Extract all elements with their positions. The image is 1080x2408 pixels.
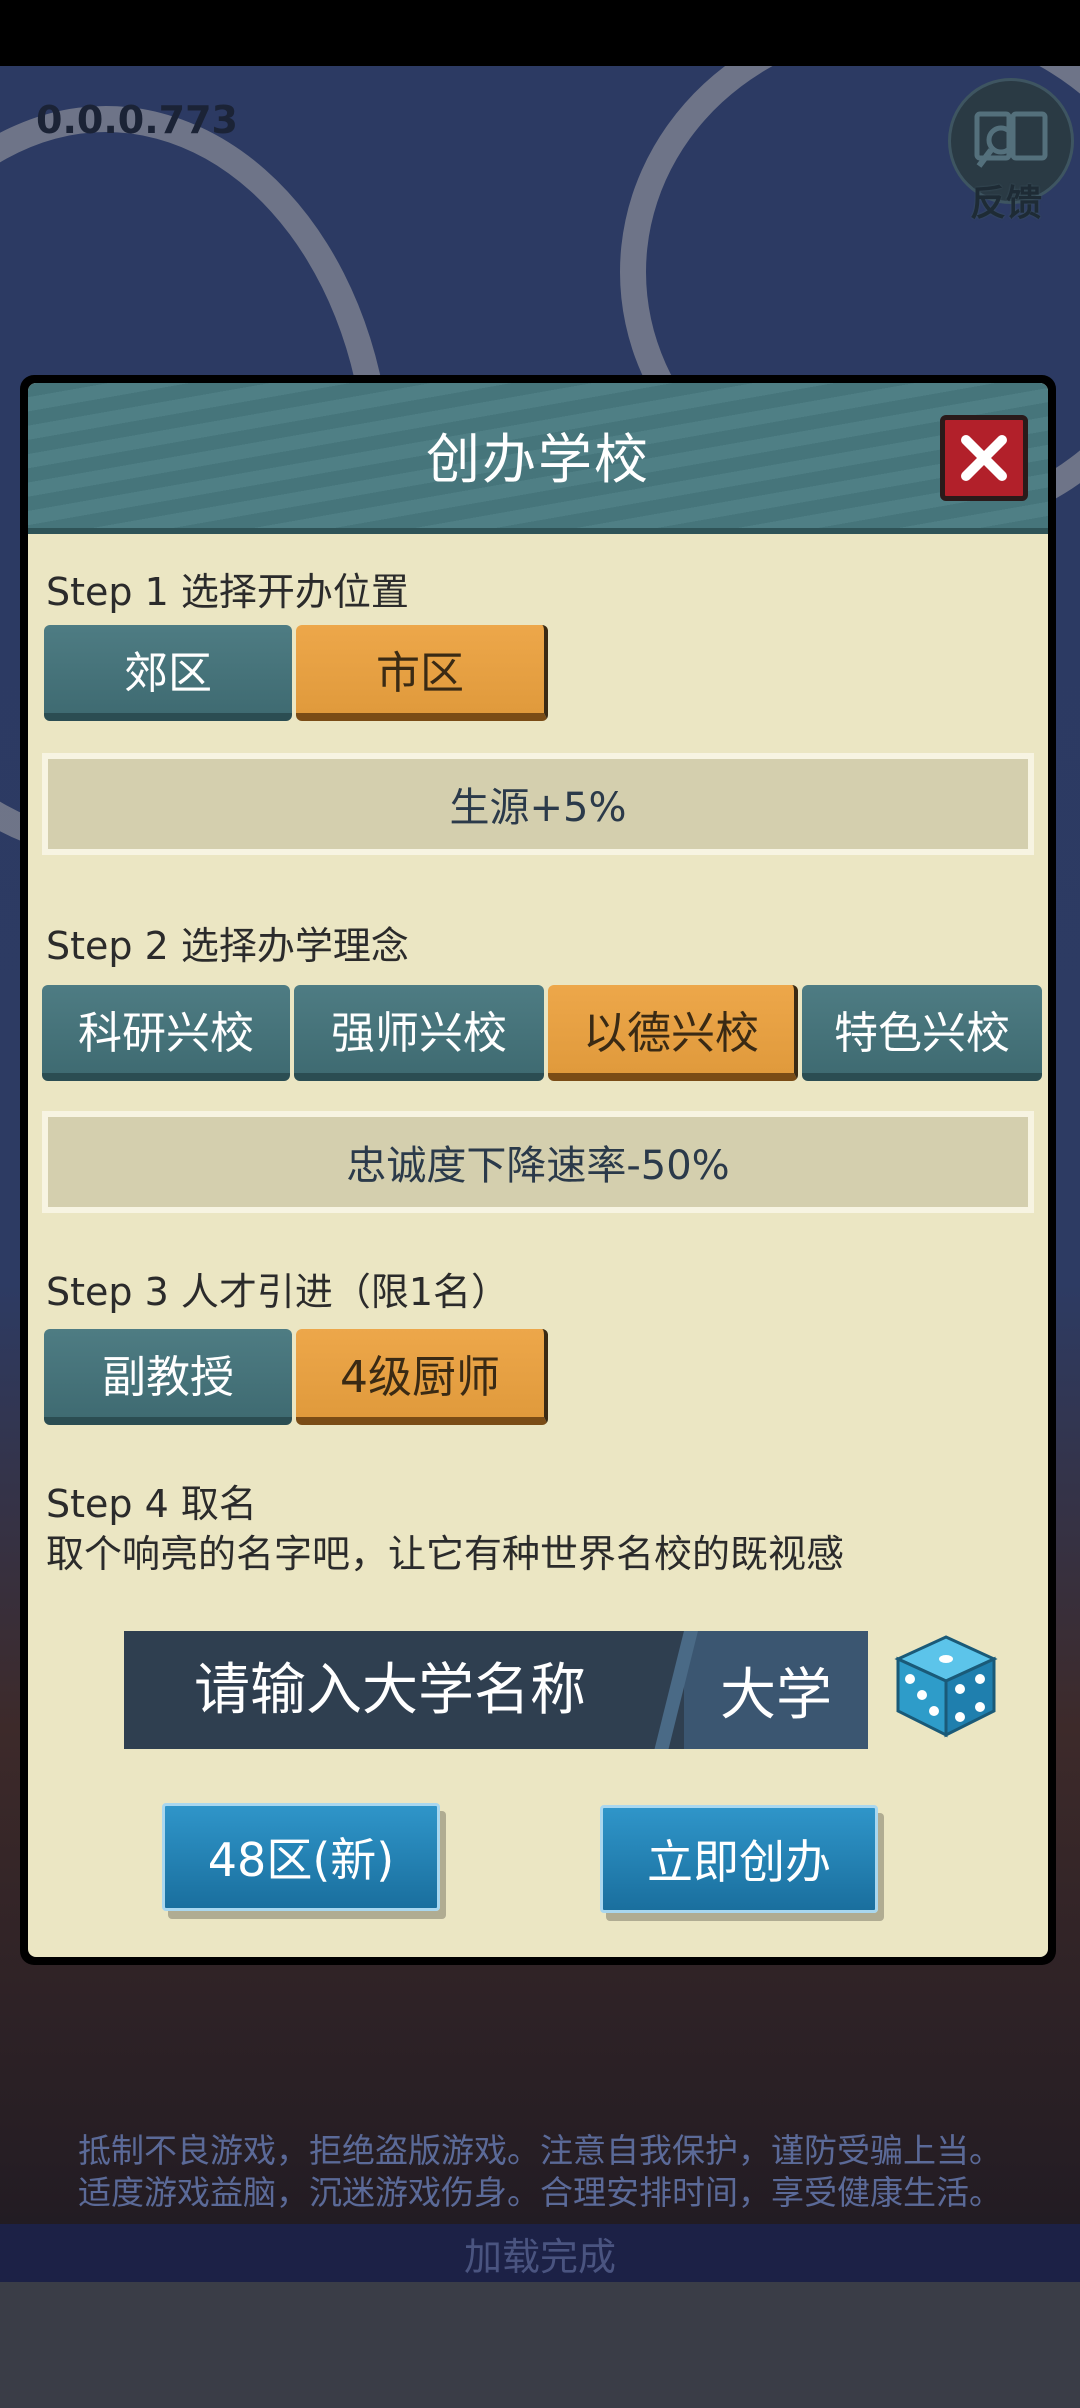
health-notice-line1: 抵制不良游戏，拒绝盗版游戏。注意自我保护，谨防受骗上当。 bbox=[78, 2131, 1002, 2170]
status-bar bbox=[0, 0, 1080, 66]
create-school-dialog: 创办学校 Step 1 选择开办位置 郊区 市区 生源+5% Step 2 选择… bbox=[20, 375, 1056, 1965]
talent-option-chef[interactable]: 4级厨师 bbox=[296, 1329, 548, 1425]
location-option-suburb[interactable]: 郊区 bbox=[44, 625, 292, 721]
navigation-bar bbox=[0, 2282, 1080, 2408]
step1-effect: 生源+5% bbox=[42, 753, 1034, 855]
loading-status: 加载完成 bbox=[0, 2224, 1080, 2282]
philosophy-option-teachers[interactable]: 强师兴校 bbox=[294, 985, 544, 1081]
step2-label: Step 2 选择办学理念 bbox=[46, 924, 409, 968]
location-option-city[interactable]: 市区 bbox=[296, 625, 548, 721]
dialog-header: 创办学校 bbox=[28, 383, 1048, 534]
create-now-button[interactable]: 立即创办 bbox=[600, 1805, 878, 1913]
step4-label: Step 4 取名 bbox=[46, 1482, 257, 1526]
philosophy-option-virtue[interactable]: 以德兴校 bbox=[548, 985, 798, 1081]
version-label: 0.0.0.773 bbox=[36, 98, 238, 142]
school-name-field: 大学 bbox=[124, 1631, 868, 1749]
close-icon bbox=[961, 435, 1007, 481]
philosophy-option-specialty[interactable]: 特色兴校 bbox=[802, 985, 1042, 1081]
server-select-button[interactable]: 48区(新) bbox=[162, 1803, 440, 1911]
random-name-dice-icon[interactable] bbox=[890, 1629, 1002, 1741]
feedback-label: 反馈 bbox=[970, 183, 1043, 224]
philosophy-option-research[interactable]: 科研兴校 bbox=[42, 985, 290, 1081]
step2-effect: 忠诚度下降速率-50% bbox=[42, 1111, 1034, 1213]
school-name-input[interactable] bbox=[124, 1631, 664, 1749]
step1-label: Step 1 选择开办位置 bbox=[46, 570, 409, 614]
feedback-button[interactable]: 反馈 bbox=[948, 78, 1076, 224]
health-notice-line2: 适度游戏益脑，沉迷游戏伤身。合理安排时间，享受健康生活。 bbox=[78, 2173, 1002, 2212]
talent-option-associate-professor[interactable]: 副教授 bbox=[44, 1329, 292, 1425]
close-button[interactable] bbox=[940, 415, 1028, 501]
step4-description: 取个响亮的名字吧，让它有种世界名校的既视感 bbox=[46, 1532, 845, 1576]
step3-label: Step 3 人才引进（限1名） bbox=[46, 1270, 510, 1314]
name-suffix: 大学 bbox=[720, 1662, 832, 1728]
dialog-title: 创办学校 bbox=[426, 428, 650, 491]
dialog-body: 创办学校 Step 1 选择开办位置 郊区 市区 生源+5% Step 2 选择… bbox=[28, 383, 1048, 1957]
